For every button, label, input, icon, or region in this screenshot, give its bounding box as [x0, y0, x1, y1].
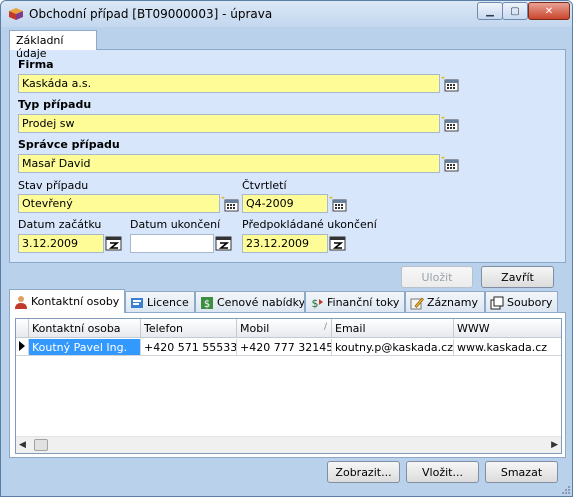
- tab-label: Finanční toky: [327, 296, 400, 309]
- minimize-button[interactable]: ▁: [477, 2, 503, 20]
- contacts-grid[interactable]: Kontaktní osoba Telefon Mobil ∕ Email WW…: [15, 318, 562, 454]
- cashflow-icon: $: [310, 296, 324, 310]
- main-window: Obchodní případ [BT09000003] - úprava ▁ …: [0, 0, 573, 497]
- date-picker-icon[interactable]: [215, 235, 233, 252]
- sort-indicator-icon: ∕: [323, 322, 327, 332]
- column-header[interactable]: WWW: [454, 319, 561, 338]
- maximize-button[interactable]: ▢: [502, 2, 528, 20]
- tab-label: Licence: [147, 296, 189, 309]
- scroll-left-icon[interactable]: ◀: [19, 440, 26, 450]
- scroll-thumb[interactable]: [34, 439, 48, 451]
- calendar-picker-icon[interactable]: [441, 75, 459, 92]
- title-bar[interactable]: Obchodní případ [BT09000003] - úprava ▁ …: [1, 1, 572, 27]
- horizontal-scrollbar[interactable]: ◀ ▶: [16, 436, 561, 453]
- person-icon: [14, 295, 28, 309]
- tab-zaznamy[interactable]: Záznamy: [405, 291, 485, 313]
- tab-zakladni-udaje[interactable]: Základní údaje: [9, 30, 97, 60]
- calendar-picker-icon[interactable]: [441, 115, 459, 132]
- date-picker-icon[interactable]: [105, 235, 123, 252]
- table-cell[interactable]: koutny.p@kaskada.cz: [332, 339, 454, 356]
- stav-field[interactable]: Otevřený: [18, 194, 220, 213]
- tab-label: Soubory: [507, 296, 553, 309]
- firma-field[interactable]: Kaskáda a.s.: [18, 74, 440, 93]
- tab-financni-toky[interactable]: $ Finanční toky: [305, 291, 405, 313]
- table-cell[interactable]: +420 777 321456: [237, 339, 332, 356]
- insert-button[interactable]: Vložit...: [406, 461, 479, 483]
- column-header[interactable]: Telefon: [141, 319, 237, 338]
- datum-zacatku-label: Datum začátku: [18, 218, 102, 231]
- ctvrtleti-label: Čtvrtletí: [242, 179, 287, 192]
- typ-pripadu-label: Typ případu: [18, 98, 92, 111]
- tab-label: Záznamy: [427, 296, 478, 309]
- spravce-label: Správce případu: [18, 138, 120, 151]
- column-header[interactable]: Kontaktní osoba: [29, 319, 141, 338]
- svg-text:$: $: [204, 299, 210, 310]
- scroll-right-icon[interactable]: ▶: [551, 440, 558, 450]
- typ-pripadu-field[interactable]: Prodej sw: [18, 114, 440, 133]
- money-icon: $: [200, 296, 214, 310]
- date-picker-icon[interactable]: [329, 235, 347, 252]
- table-cell[interactable]: Koutný Pavel Ing.: [29, 339, 141, 356]
- save-button[interactable]: Uložit: [401, 266, 473, 288]
- tab-cenove-nabidky[interactable]: $ Cenové nabídky: [195, 291, 305, 313]
- delete-button[interactable]: Smazat: [485, 461, 558, 483]
- ctvrtleti-field[interactable]: Q4-2009: [242, 194, 328, 213]
- calendar-picker-icon[interactable]: [221, 195, 239, 212]
- spravce-field[interactable]: Masař David: [18, 154, 440, 173]
- tab-licence[interactable]: Licence: [125, 291, 195, 313]
- tab-label: Cenové nabídky: [217, 296, 305, 309]
- resize-grip-icon[interactable]: [560, 484, 570, 494]
- table-cell[interactable]: www.kaskada.cz: [454, 339, 561, 356]
- column-header[interactable]: Email: [332, 319, 454, 338]
- table-cell[interactable]: +420 571 555333: [141, 339, 237, 356]
- datum-ukonceni-field[interactable]: [130, 234, 214, 253]
- svg-text:$: $: [312, 297, 319, 310]
- close-dialog-button[interactable]: Zavřít: [481, 266, 554, 288]
- tab-soubory[interactable]: Soubory: [485, 291, 558, 313]
- row-indicator-header: [16, 319, 29, 338]
- window-title: Obchodní případ [BT09000003] - úprava: [29, 7, 273, 21]
- predpokladane-ukonceni-label: Předpokládané ukončení: [242, 218, 377, 231]
- current-row-indicator-icon: [16, 339, 29, 356]
- contacts-panel: Kontaktní osoba Telefon Mobil ∕ Email WW…: [9, 312, 566, 458]
- column-header-label: Mobil: [240, 322, 270, 335]
- calendar-picker-icon[interactable]: [441, 155, 459, 172]
- datum-zacatku-field[interactable]: 3.12.2009: [18, 234, 104, 253]
- detail-tabs: Kontaktní osoby Licence $ Cenové nabídky…: [9, 289, 566, 313]
- pencil-icon: [410, 296, 424, 310]
- tab-label: Kontaktní osoby: [31, 295, 120, 308]
- files-icon: [490, 296, 504, 310]
- view-button[interactable]: Zobrazit...: [327, 461, 400, 483]
- datum-ukonceni-label: Datum ukončení: [130, 218, 221, 231]
- tab-kontaktni-osoby[interactable]: Kontaktní osoby: [9, 289, 125, 313]
- app-icon: [8, 7, 24, 21]
- basic-info-panel: Firma Kaskáda a.s. Typ případu Prodej sw…: [9, 49, 566, 263]
- stav-label: Stav případu: [18, 179, 89, 192]
- calendar-picker-icon[interactable]: [329, 195, 347, 212]
- predpokladane-ukonceni-field[interactable]: 23.12.2009: [242, 234, 328, 253]
- close-button[interactable]: ✕: [528, 2, 570, 20]
- licence-icon: [130, 296, 144, 310]
- column-header[interactable]: Mobil ∕: [237, 319, 332, 338]
